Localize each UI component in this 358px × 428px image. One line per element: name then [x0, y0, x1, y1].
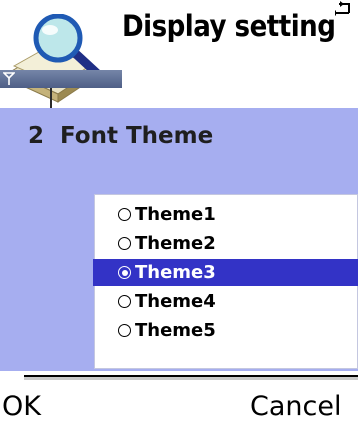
option-label: Theme2 [135, 233, 216, 254]
option-label: Theme3 [135, 262, 216, 283]
radio-unchecked-icon [118, 208, 131, 221]
page-title: Display setting [122, 9, 336, 43]
corner-return-icon [335, 1, 350, 16]
setting-label: Font Theme [60, 123, 214, 149]
antenna-signal-icon [3, 72, 15, 85]
ok-softkey[interactable]: OK [2, 387, 41, 427]
option-label: Theme4 [135, 291, 216, 312]
search-settings-icon [8, 14, 107, 103]
signal-strength-indicator [50, 88, 52, 108]
radio-unchecked-icon [118, 324, 131, 337]
theme-options-popup: Theme1 Theme2 Theme3 Theme4 Theme5 [93, 194, 358, 369]
setting-heading: 2 Font Theme [28, 121, 213, 151]
option-label: Theme5 [135, 320, 216, 341]
title-pane: Display setting [0, 0, 358, 108]
radio-checked-icon [118, 266, 131, 279]
radio-unchecked-icon [118, 295, 131, 308]
softkey-divider-shadow [24, 377, 358, 380]
option-label: Theme1 [135, 204, 216, 225]
option-theme4[interactable]: Theme4 [95, 288, 358, 315]
option-theme1[interactable]: Theme1 [95, 201, 358, 228]
softkey-bar: OK Cancel [0, 371, 358, 428]
option-theme3[interactable]: Theme3 [93, 259, 358, 286]
setting-number: 2 [28, 123, 45, 149]
option-theme2[interactable]: Theme2 [95, 230, 358, 257]
radio-unchecked-icon [118, 237, 131, 250]
signal-bar [0, 70, 122, 88]
option-theme5[interactable]: Theme5 [95, 317, 358, 344]
cancel-softkey[interactable]: Cancel [250, 387, 341, 427]
main-pane: 2 Font Theme Theme1 Theme2 Theme3 Theme4 … [0, 108, 358, 371]
